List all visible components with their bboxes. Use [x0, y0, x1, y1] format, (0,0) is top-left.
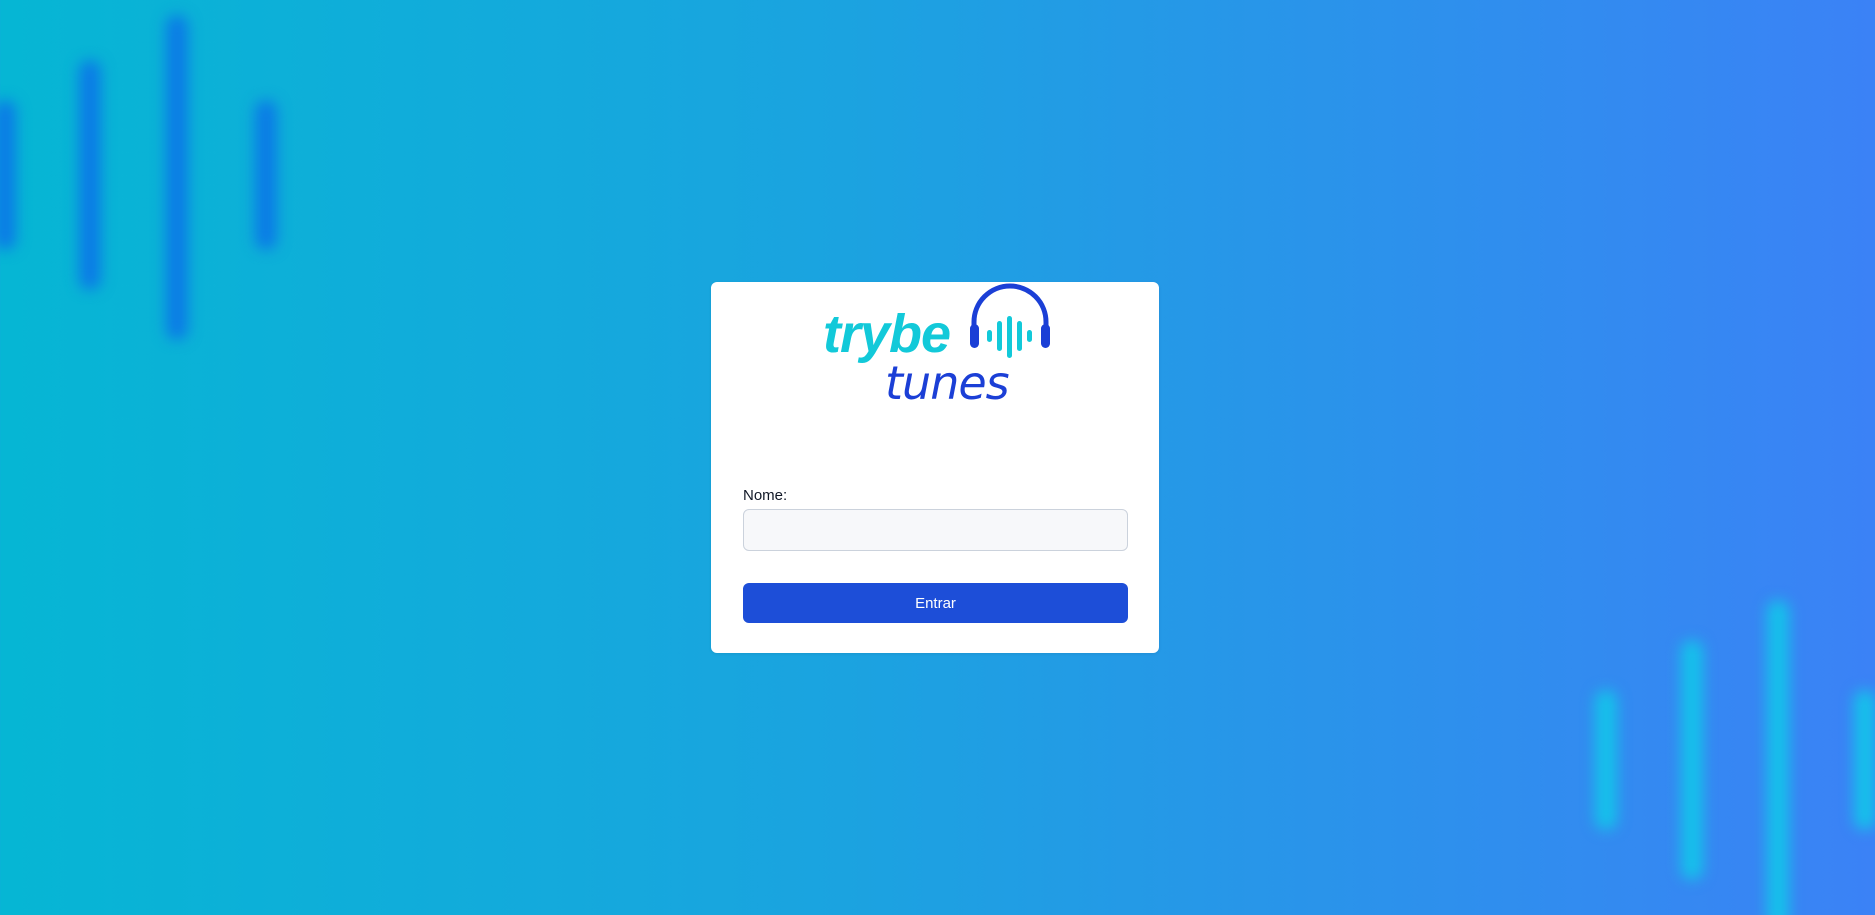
logo-text-tunes: tunes [885, 356, 1010, 410]
background-bar [1854, 690, 1875, 830]
trybe-tunes-logo: trybe tunes [823, 280, 1053, 410]
login-card: trybe tunes Nome: Entrar [711, 282, 1159, 653]
background-bar [166, 15, 188, 340]
background-bar [255, 100, 277, 250]
login-form: Nome: Entrar [743, 487, 1128, 623]
background-bar [1767, 600, 1789, 915]
name-label: Nome: [743, 487, 788, 504]
name-input[interactable] [743, 509, 1128, 551]
logo-text-trybe: trybe [823, 304, 951, 364]
background-bar [1681, 640, 1703, 880]
background-bar [0, 100, 16, 250]
headphones-icon [970, 283, 1050, 358]
login-button[interactable]: Entrar [743, 583, 1128, 623]
background-bar [79, 60, 101, 290]
background-bar [1595, 690, 1617, 830]
